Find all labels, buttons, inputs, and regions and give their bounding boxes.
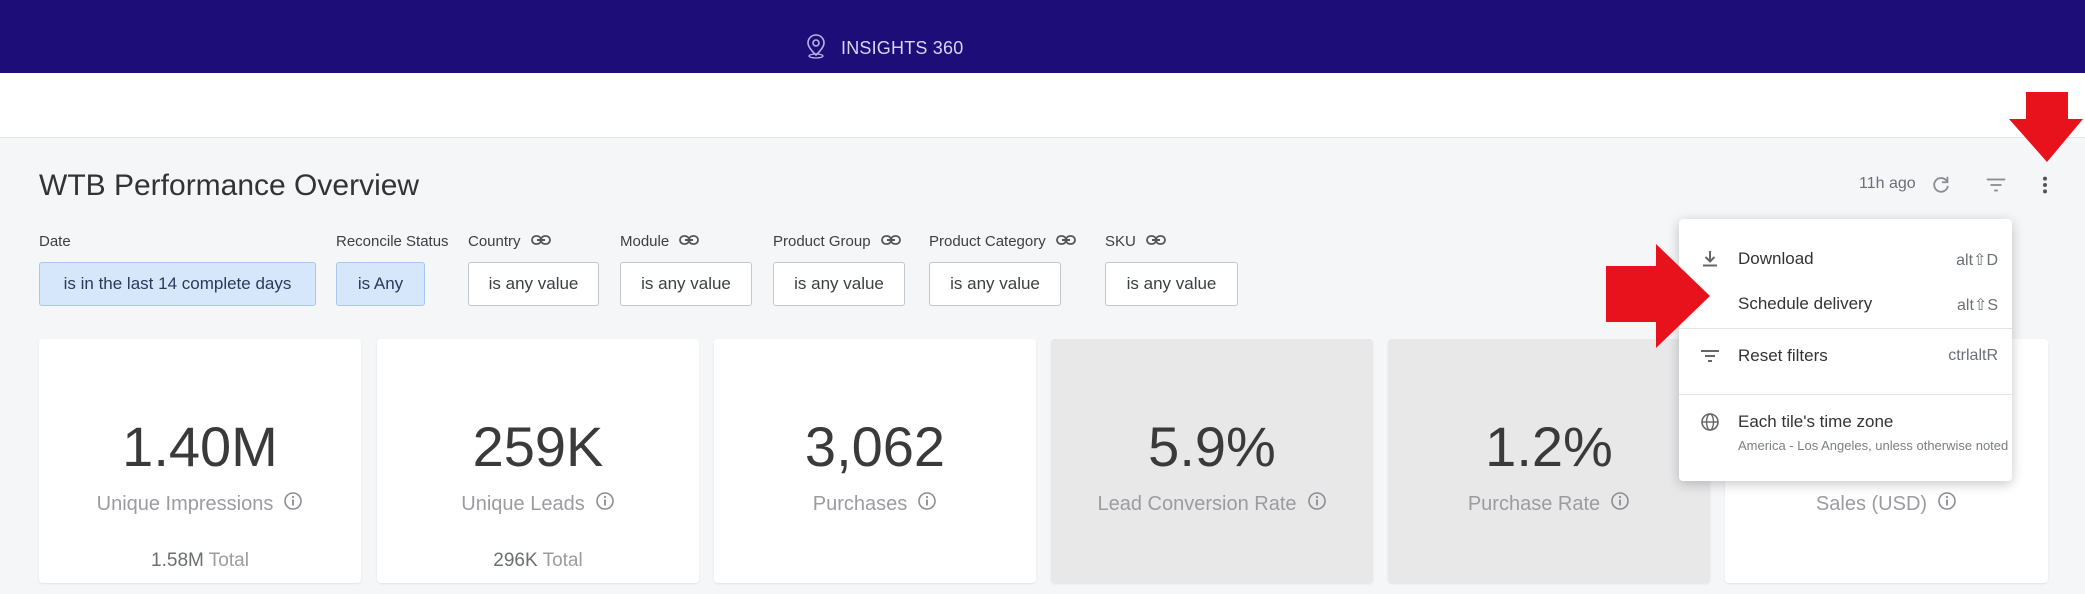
annotation-arrow-down bbox=[2009, 92, 2083, 162]
filter-label: Product Group bbox=[773, 232, 871, 250]
link-icon[interactable] bbox=[679, 233, 700, 250]
menu-item-shortcut: ctrlaltR bbox=[1948, 347, 1998, 364]
tile-label: Unique Leads bbox=[461, 492, 585, 515]
last-updated-text: 11h ago bbox=[1859, 175, 1916, 192]
location-pin-icon bbox=[803, 33, 829, 64]
menu-item-label: Schedule delivery bbox=[1738, 294, 1873, 313]
filter-product-category-chip[interactable]: is any value bbox=[929, 262, 1061, 306]
filter-reconcile-status: Reconcile Status is Any bbox=[336, 230, 449, 306]
link-icon[interactable] bbox=[1145, 233, 1166, 250]
tile-label: Purchase Rate bbox=[1467, 492, 1601, 515]
menu-divider bbox=[1679, 394, 2012, 395]
menu-item-shortcut: alt⇧S bbox=[1957, 297, 1998, 314]
tile-value: 3,062 bbox=[804, 415, 946, 478]
tile-label: Sales (USD) bbox=[1815, 492, 1928, 515]
filter-label: Reconcile Status bbox=[336, 232, 449, 250]
tile-value: 259K bbox=[472, 415, 604, 478]
filter-sku-chip[interactable]: is any value bbox=[1105, 262, 1238, 306]
filter-module: Module is any value bbox=[620, 230, 752, 306]
menu-item-download[interactable]: Download alt⇧D bbox=[1679, 239, 2012, 279]
tile-total-word: Total bbox=[542, 550, 583, 571]
menu-item-label: Reset filters bbox=[1738, 346, 1828, 365]
tile-lead-conversion-rate[interactable]: 5.9% Lead Conversion Rate bbox=[1051, 339, 1373, 583]
annotation-arrow-right bbox=[1606, 244, 1710, 348]
brand[interactable]: INSIGHTS 360 bbox=[803, 33, 963, 64]
tile-purchases[interactable]: 3,062 Purchases bbox=[714, 339, 1036, 583]
menu-item-label: Download bbox=[1738, 249, 1814, 268]
menu-divider bbox=[1679, 328, 2012, 329]
tile-value: 1.40M bbox=[122, 415, 278, 478]
filter-date-chip[interactable]: is in the last 14 complete days bbox=[39, 262, 316, 306]
menu-item-time-zone[interactable]: Each tile's time zone America - Los Ange… bbox=[1679, 399, 2012, 469]
filter-country: Country is any value bbox=[468, 230, 599, 306]
tile-value: 5.9% bbox=[1148, 415, 1276, 478]
info-icon[interactable] bbox=[917, 491, 937, 517]
info-icon[interactable] bbox=[1307, 491, 1327, 517]
secondary-header-bar bbox=[0, 73, 2085, 138]
filter-label: Country bbox=[468, 232, 521, 250]
top-navigation-bar: INSIGHTS 360 bbox=[0, 0, 2085, 73]
filter-sku: SKU is any value bbox=[1105, 230, 1238, 306]
filter-label: Module bbox=[620, 232, 670, 250]
info-icon[interactable] bbox=[595, 491, 615, 517]
menu-item-shortcut: alt⇧D bbox=[1956, 252, 1998, 269]
refresh-icon[interactable] bbox=[1928, 172, 1954, 198]
tile-value: 1.2% bbox=[1485, 415, 1613, 478]
dashboard-actions-menu: Download alt⇧D Schedule delivery alt⇧S R… bbox=[1679, 219, 2012, 481]
tile-total-value: 1.58M bbox=[151, 550, 204, 571]
filter-label: Date bbox=[39, 232, 71, 250]
tile-total-value: 296K bbox=[493, 550, 538, 571]
filter-reconcile-status-chip[interactable]: is Any bbox=[336, 262, 425, 306]
tile-total-word: Total bbox=[208, 550, 249, 571]
info-icon[interactable] bbox=[1937, 491, 1957, 517]
tile-label: Lead Conversion Rate bbox=[1097, 492, 1297, 515]
tile-unique-leads[interactable]: 259K Unique Leads 296K Total bbox=[377, 339, 699, 583]
link-icon[interactable] bbox=[1055, 233, 1076, 250]
filter-product-group-chip[interactable]: is any value bbox=[773, 262, 905, 306]
filter-icon[interactable] bbox=[1983, 172, 2009, 198]
tile-purchase-rate[interactable]: 1.2% Purchase Rate bbox=[1388, 339, 1710, 583]
menu-item-schedule-delivery[interactable]: Schedule delivery alt⇧S bbox=[1679, 284, 2012, 324]
filter-module-chip[interactable]: is any value bbox=[620, 262, 752, 306]
filter-label: Product Category bbox=[929, 232, 1046, 250]
menu-item-reset-filters[interactable]: Reset filters ctrlaltR bbox=[1679, 331, 2012, 379]
filter-product-group: Product Group is any value bbox=[773, 230, 905, 306]
tile-label: Unique Impressions bbox=[96, 492, 274, 515]
link-icon[interactable] bbox=[880, 233, 901, 250]
globe-icon bbox=[1699, 411, 1721, 433]
tile-unique-impressions[interactable]: 1.40M Unique Impressions 1.58M Total bbox=[39, 339, 361, 583]
tile-label: Purchases bbox=[812, 492, 908, 515]
filter-label: SKU bbox=[1105, 232, 1136, 250]
brand-label: INSIGHTS 360 bbox=[841, 38, 964, 58]
more-vert-icon[interactable] bbox=[2032, 172, 2058, 198]
menu-item-subtext: America - Los Angeles, unless otherwise … bbox=[1738, 438, 2009, 453]
info-icon[interactable] bbox=[283, 491, 303, 517]
link-icon[interactable] bbox=[530, 233, 551, 250]
filter-product-category: Product Category is any value bbox=[929, 230, 1076, 306]
filter-country-chip[interactable]: is any value bbox=[468, 262, 599, 306]
menu-item-label: Each tile's time zone bbox=[1738, 412, 1894, 431]
dashboard-title: WTB Performance Overview bbox=[39, 169, 420, 202]
info-icon[interactable] bbox=[1610, 491, 1630, 517]
filter-date: Date is in the last 14 complete days bbox=[39, 230, 316, 306]
